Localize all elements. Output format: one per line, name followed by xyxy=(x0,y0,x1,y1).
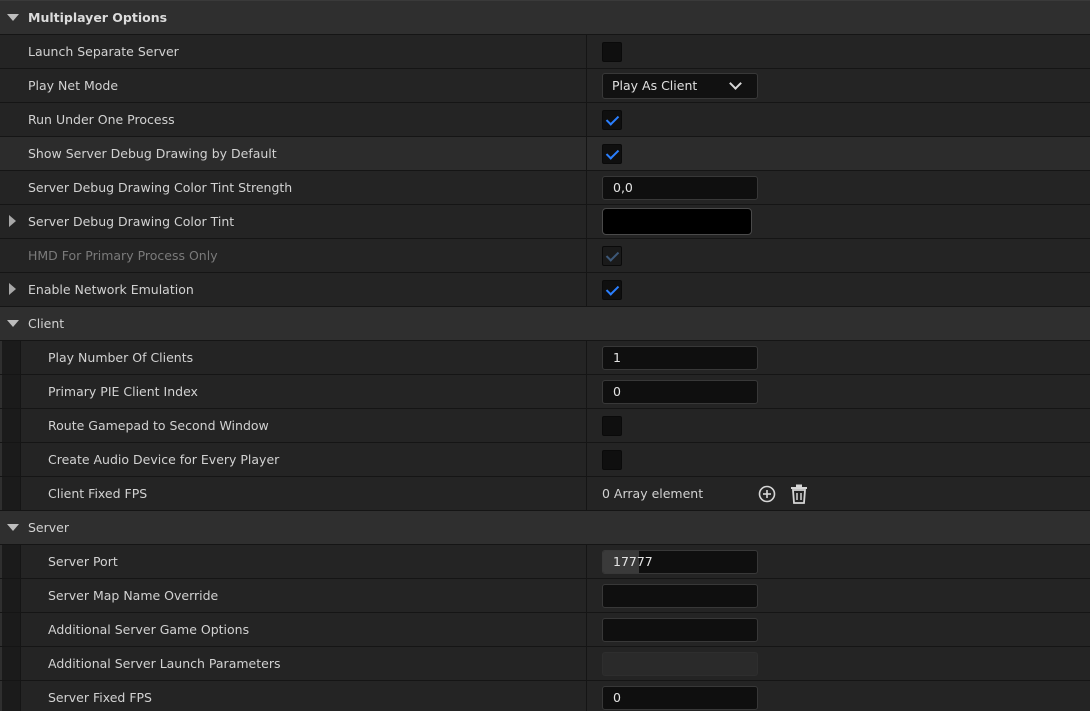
spinbox-value: 17777 xyxy=(613,554,653,569)
row-additional-launch-params: Additional Server Launch Parameters xyxy=(0,647,1090,681)
expand-arrow-icon[interactable] xyxy=(7,320,19,327)
row-debug-tint: Server Debug Drawing Color Tint xyxy=(0,205,1090,239)
indent-guide xyxy=(0,477,21,510)
row-primary-pie-client-index: Primary PIE Client Index 0 xyxy=(0,375,1090,409)
primary-pie-client-index-input[interactable]: 0 xyxy=(602,379,758,404)
plus-circle-icon[interactable] xyxy=(757,484,777,504)
property-label: Route Gamepad to Second Window xyxy=(48,418,269,433)
show-server-debug-drawing-checkbox[interactable] xyxy=(602,143,622,164)
row-network-emulation: Enable Network Emulation xyxy=(0,273,1090,307)
debug-tint-color-swatch[interactable] xyxy=(602,208,752,235)
network-emulation-checkbox[interactable] xyxy=(602,279,622,300)
property-label: Server Port xyxy=(48,554,118,569)
additional-game-options-input[interactable] xyxy=(602,617,758,642)
array-element-count: 0 Array element xyxy=(602,486,704,501)
property-label: Primary PIE Client Index xyxy=(48,384,198,399)
property-label: Server Map Name Override xyxy=(48,588,219,603)
debug-tint-strength-input[interactable]: 0,0 xyxy=(602,175,758,200)
property-label: Server Debug Drawing Color Tint xyxy=(28,214,235,229)
row-route-gamepad: Route Gamepad to Second Window xyxy=(0,409,1090,443)
additional-launch-params-input xyxy=(602,651,758,676)
property-label: Server Fixed FPS xyxy=(48,690,152,705)
run-under-one-process-checkbox[interactable] xyxy=(602,109,622,130)
property-label: Show Server Debug Drawing by Default xyxy=(28,146,277,161)
property-label: Play Number Of Clients xyxy=(48,350,194,365)
row-show-server-debug-drawing: Show Server Debug Drawing by Default xyxy=(0,137,1090,171)
play-number-of-clients-input[interactable]: 1 xyxy=(602,345,758,370)
category-title: Client xyxy=(28,316,65,331)
row-play-net-mode: Play Net Mode Play As Client xyxy=(0,69,1090,103)
indent-guide xyxy=(0,579,21,612)
details-panel: Multiplayer Options Launch Separate Serv… xyxy=(0,0,1090,711)
expand-arrow-icon[interactable] xyxy=(7,14,19,21)
server-fixed-fps-input[interactable]: 0 xyxy=(602,685,758,710)
launch-separate-server-checkbox[interactable] xyxy=(602,41,622,62)
play-net-mode-dropdown[interactable]: Play As Client xyxy=(602,72,758,99)
category-server[interactable]: Server xyxy=(0,511,1090,545)
category-title: Server xyxy=(28,520,69,535)
row-server-port: Server Port 17777 xyxy=(0,545,1090,579)
indent-guide xyxy=(0,647,21,680)
row-server-fixed-fps: Server Fixed FPS 0 xyxy=(0,681,1090,711)
indent-guide xyxy=(0,341,21,374)
server-map-override-input[interactable] xyxy=(602,583,758,608)
row-create-audio-device: Create Audio Device for Every Player xyxy=(0,443,1090,477)
trash-icon[interactable] xyxy=(789,484,809,504)
row-run-under-one-process: Run Under One Process xyxy=(0,103,1090,137)
create-audio-device-checkbox[interactable] xyxy=(602,449,622,470)
property-label: Client Fixed FPS xyxy=(48,486,148,501)
server-port-spinbox[interactable]: 17777 xyxy=(602,549,758,574)
row-play-number-of-clients: Play Number Of Clients 1 xyxy=(0,341,1090,375)
indent-guide xyxy=(0,409,21,442)
dropdown-value: Play As Client xyxy=(612,78,698,93)
indent-guide xyxy=(0,375,21,408)
indent-guide xyxy=(0,545,21,578)
collapsed-arrow-icon[interactable] xyxy=(9,283,16,295)
hmd-primary-only-checkbox xyxy=(602,245,622,266)
route-gamepad-checkbox[interactable] xyxy=(602,415,622,436)
row-debug-tint-strength: Server Debug Drawing Color Tint Strength… xyxy=(0,171,1090,205)
property-label: Additional Server Game Options xyxy=(48,622,250,637)
indent-guide xyxy=(0,613,21,646)
property-label: Create Audio Device for Every Player xyxy=(48,452,280,467)
row-additional-game-options: Additional Server Game Options xyxy=(0,613,1090,647)
property-label: Enable Network Emulation xyxy=(28,282,194,297)
property-label: HMD For Primary Process Only xyxy=(28,248,218,263)
property-label: Additional Server Launch Parameters xyxy=(48,656,281,671)
category-multiplayer-options[interactable]: Multiplayer Options xyxy=(0,0,1090,35)
collapsed-arrow-icon[interactable] xyxy=(9,215,16,227)
category-client[interactable]: Client xyxy=(0,307,1090,341)
category-title: Multiplayer Options xyxy=(28,10,168,25)
indent-guide xyxy=(0,443,21,476)
property-label: Server Debug Drawing Color Tint Strength xyxy=(28,180,293,195)
row-client-fixed-fps: Client Fixed FPS 0 Array element xyxy=(0,477,1090,511)
row-server-map-override: Server Map Name Override xyxy=(0,579,1090,613)
indent-guide xyxy=(0,681,21,711)
row-hmd-primary-only: HMD For Primary Process Only xyxy=(0,239,1090,273)
chevron-down-icon xyxy=(729,76,742,90)
expand-arrow-icon[interactable] xyxy=(7,524,19,531)
property-label: Run Under One Process xyxy=(28,112,175,127)
property-label: Play Net Mode xyxy=(28,78,119,93)
row-launch-separate-server: Launch Separate Server xyxy=(0,35,1090,69)
property-label: Launch Separate Server xyxy=(28,44,179,59)
